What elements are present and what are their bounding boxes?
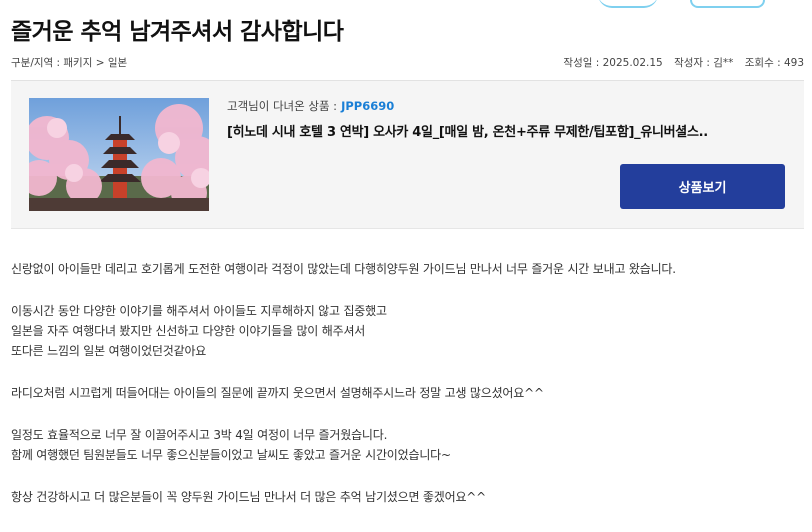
- post-meta-right: 작성일 : 2025.02.15 작성자 : 김** 조회수 : 493: [555, 55, 804, 70]
- view-count: 조회수 : 493: [744, 57, 804, 69]
- post-author: 작성자 : 김**: [674, 57, 734, 69]
- review-line: 항상 건강하시고 더 많은분들이 꼭 양두원 가이드님 만나서 더 많은 추억 …: [11, 490, 487, 504]
- review-line: 라디오처럼 시끄럽게 떠들어대는 아이들의 질문에 끝까지 웃으면서 설명해주시…: [11, 386, 544, 400]
- page-title: 즐거운 추억 남겨주셔서 감사합니다: [11, 19, 344, 45]
- category-path: 구분/지역 : 패키지 > 일본: [11, 57, 128, 69]
- post-meta: 구분/지역 : 패키지 > 일본 작성일 : 2025.02.15 작성자 : …: [11, 55, 804, 73]
- product-code[interactable]: JPP6690: [341, 99, 394, 113]
- header-decoration-left: [598, 0, 658, 8]
- product-name[interactable]: [히노데 시내 호텔 3 연박] 오사카 4일_[매일 밤, 온천+주류 무제한…: [227, 121, 708, 140]
- review-line: 신랑없이 아이들만 데리고 호기롭게 도전한 여행이라 걱정이 많았는데 다행히…: [11, 262, 676, 276]
- view-product-button[interactable]: 상품보기: [620, 164, 785, 209]
- review-line: 또다른 느낌의 일본 여행이었던것같아요: [11, 344, 207, 358]
- review-line: 이동시간 동안 다양한 이야기를 해주셔서 아이들도 지루해하지 않고 집중했고: [11, 304, 387, 318]
- product-card: 고객님이 다녀온 상품 : JPP6690 [히노데 시내 호텔 3 연박] 오사…: [11, 81, 804, 229]
- review-body: 신랑없이 아이들만 데리고 호기롭게 도전한 여행이라 걱정이 많았는데 다행히…: [11, 259, 801, 507]
- product-thumbnail[interactable]: [29, 98, 209, 211]
- pagoda-cherry-blossom-photo: [29, 98, 209, 211]
- review-line: 일정도 효율적으로 너무 잘 이끌어주시고 3박 4일 여정이 너무 즐거웠습니…: [11, 428, 388, 442]
- review-line: 일본을 자주 여행다녀 봤지만 신선하고 다양한 이야기들을 많이 해주셔서: [11, 324, 366, 338]
- product-subtitle: 고객님이 다녀온 상품 : JPP6690: [227, 98, 394, 114]
- post-date: 작성일 : 2025.02.15: [563, 57, 663, 69]
- review-line: 함께 여행했던 팀원분들도 너무 좋으신분들이었고 날씨도 좋았고 즐거운 시간…: [11, 448, 451, 462]
- product-subtitle-label: 고객님이 다녀온 상품 :: [227, 99, 338, 113]
- header-decoration-right: [690, 0, 765, 8]
